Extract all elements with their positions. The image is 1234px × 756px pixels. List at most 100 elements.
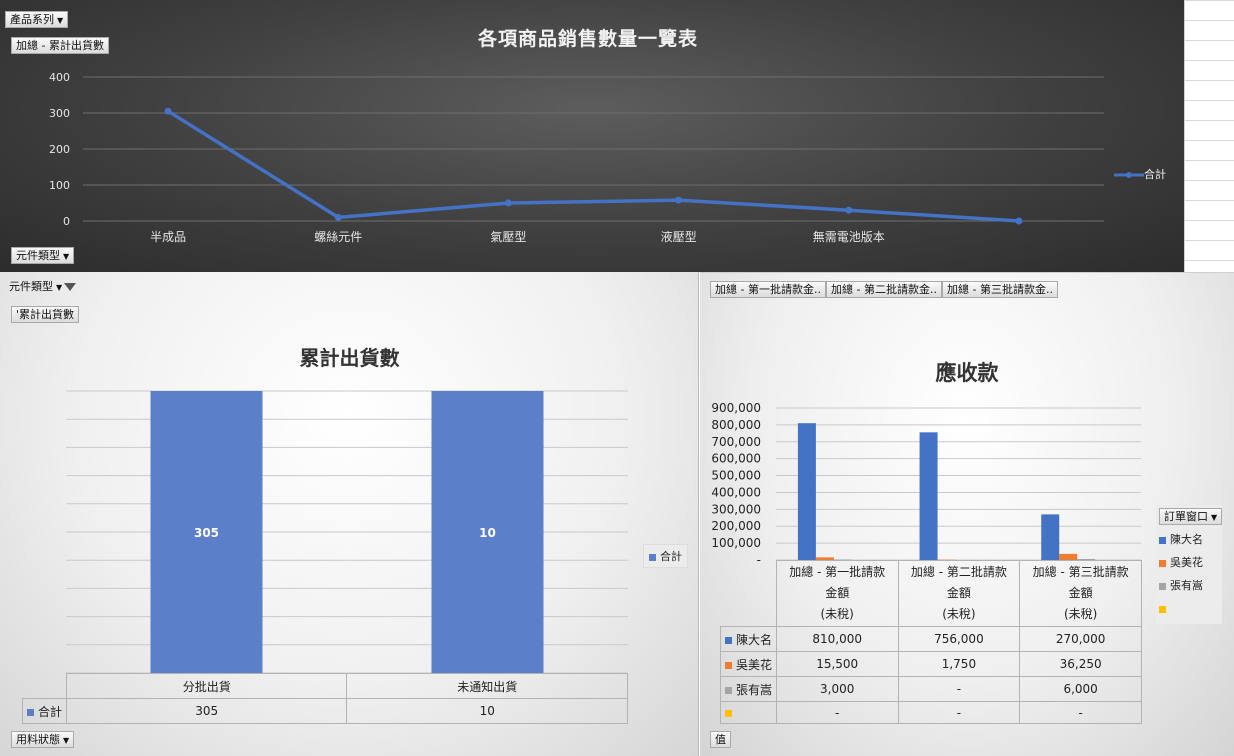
legend-swatch-icon [725,709,732,717]
y-tick-label: 300 [49,107,70,120]
legend-item[interactable]: 吳美花 [1159,551,1219,574]
value-cell: 756,000 [897,626,1021,652]
bar-data-label: 305 [194,526,219,540]
order-contact-label: 訂單窗口 [1164,510,1208,523]
dropdown-arrow-icon: ▼ [1211,513,1218,522]
component-type-axis-button[interactable]: 元件類型 ▼ [11,247,75,264]
y-tick-label: 800,000 [711,418,761,432]
data-point [845,206,853,214]
component-type-axis-label: 元件類型 [16,249,60,262]
bar [797,423,816,560]
bar-data-label: 10 [479,526,496,540]
legend-swatch-icon [649,553,656,561]
legend-item[interactable] [1159,597,1219,620]
legend-label: 張有嵩 [1170,579,1203,592]
series-label-cell [720,701,777,724]
value-cell: - [775,701,899,724]
data-point [1015,217,1023,225]
y-tick-label: 500,000 [711,469,761,483]
y-tick-label: 400,000 [711,485,761,499]
y-tick-label: 0 [63,215,70,228]
values-field-button[interactable]: 值 [710,731,731,748]
category-line: 金額 [1068,586,1093,600]
series-label-cell: 陳大名 [720,626,777,652]
data-point [675,196,683,204]
y-tick-label: 600,000 [711,452,761,466]
series-label: 吳美花 [736,657,773,672]
data-point [164,107,172,115]
y-tick-label: 200,000 [711,519,761,533]
bar [1041,514,1060,560]
data-point [334,213,342,221]
line-chart-panel[interactable]: 產品系列 ▼ 加總 - 累計出貨數 各項商品銷售數量一覽表 0 100 200 300 4… [0,0,1184,272]
x-tick-label: 螺絲元件 [314,229,362,244]
line-chart-legend[interactable]: 合計 [1114,166,1166,182]
value-cell: 305 [65,698,348,724]
value-cell: 6,000 [1019,676,1142,702]
category-line: 金額 [946,586,971,600]
bar-chart-legend[interactable]: 合計 [643,544,688,568]
legend-label-total: 合計 [660,550,682,563]
category-line: (未稅) [820,607,854,621]
receivables-data-table: 加總 - 第一批請款 金額 (未稅) 加總 - 第二批請款 金額 (未稅) 加總… [720,560,1142,724]
category-header-cell: 加總 - 第一批請款 金額 (未稅) [775,560,899,627]
legend-swatch-icon [1159,536,1166,544]
y-tick-label: 400 [49,71,70,84]
category-line: 金額 [825,586,850,600]
category-header-cell: 未通知出貨 [346,673,628,699]
legend-item[interactable]: 張有嵩 [1159,574,1219,597]
y-tick-label: 200 [49,143,70,156]
value-cell: 10 [346,698,628,724]
y-tick-label: 100 [49,179,70,192]
line-chart-plot: 0 100 200 300 400 半成品 螺絲元件 氣壓型 液壓型 無需電池版本 [49,71,1104,244]
y-tick-label: 900,000 [711,401,761,415]
value-cell: - [897,701,1021,724]
legend-swatch-icon [1159,559,1166,567]
x-tick-label: 無需電池版本 [813,229,885,244]
series-label-cell: 合計 [22,698,67,724]
x-tick-label: 液壓型 [661,229,697,244]
y-tick-label: 100,000 [711,536,761,550]
legend-line-marker-icon [1114,172,1144,178]
legend-item[interactable]: 陳大名 [1159,528,1219,551]
series-label-cell: 吳美花 [720,651,777,677]
material-status-field-button[interactable]: 用料狀態 ▼ [11,731,75,748]
legend-swatch-icon [725,636,732,644]
legend-swatch-icon [725,686,732,694]
value-cell: 1,750 [897,651,1021,677]
shipment-bar-chart-panel[interactable]: 元件類型 ▼ '累計出貨數 累計出貨數 305 10 合計 分批出貨 未通知出貨 合… [0,272,699,756]
legend-swatch-icon [27,708,34,716]
bar [919,432,938,560]
series-label: 合計 [38,704,63,719]
material-status-label: 用料狀態 [16,733,60,746]
category-line: 加總 - 第一批請款 [789,565,886,579]
value-cell: 810,000 [775,626,899,652]
receivables-chart-panel[interactable]: 加總 - 第一批請款金.. 加總 - 第二批請款金.. 加總 - 第三批請款金.… [700,272,1234,756]
legend-label-total: 合計 [1144,168,1166,181]
legend-swatch-icon [1159,582,1166,590]
bar-chart-data-table: 分批出貨 未通知出貨 合計 305 10 [22,673,628,724]
category-line: (未稅) [942,607,976,621]
series-label-cell: 張有嵩 [720,676,777,702]
legend-label: 吳美花 [1170,556,1203,569]
data-point [504,199,512,207]
category-header-cell: 分批出貨 [65,673,348,699]
y-tick-label: 300,000 [711,502,761,516]
value-cell: 15,500 [775,651,899,677]
value-cell: 3,000 [775,676,899,702]
category-line: 加總 - 第二批請款 [910,565,1007,579]
series-label: 陳大名 [736,632,773,647]
value-cell: - [897,676,1021,702]
receivables-legend[interactable]: 訂單窗口 ▼ 陳大名 吳美花 張有嵩 [1156,505,1223,624]
legend-label: 陳大名 [1170,533,1203,546]
series-line [167,109,1020,223]
value-cell: 270,000 [1019,626,1142,652]
legend-swatch-icon [725,661,732,669]
dropdown-arrow-icon: ▼ [63,252,70,261]
y-tick-label: 700,000 [711,435,761,449]
category-line: 加總 - 第三批請款 [1032,565,1129,579]
legend-swatch-icon [1159,605,1166,613]
category-header-cell: 加總 - 第二批請款 金額 (未稅) [897,560,1021,627]
dropdown-arrow-icon: ▼ [63,736,70,745]
order-contact-field-button[interactable]: 訂單窗口 ▼ [1159,508,1223,525]
